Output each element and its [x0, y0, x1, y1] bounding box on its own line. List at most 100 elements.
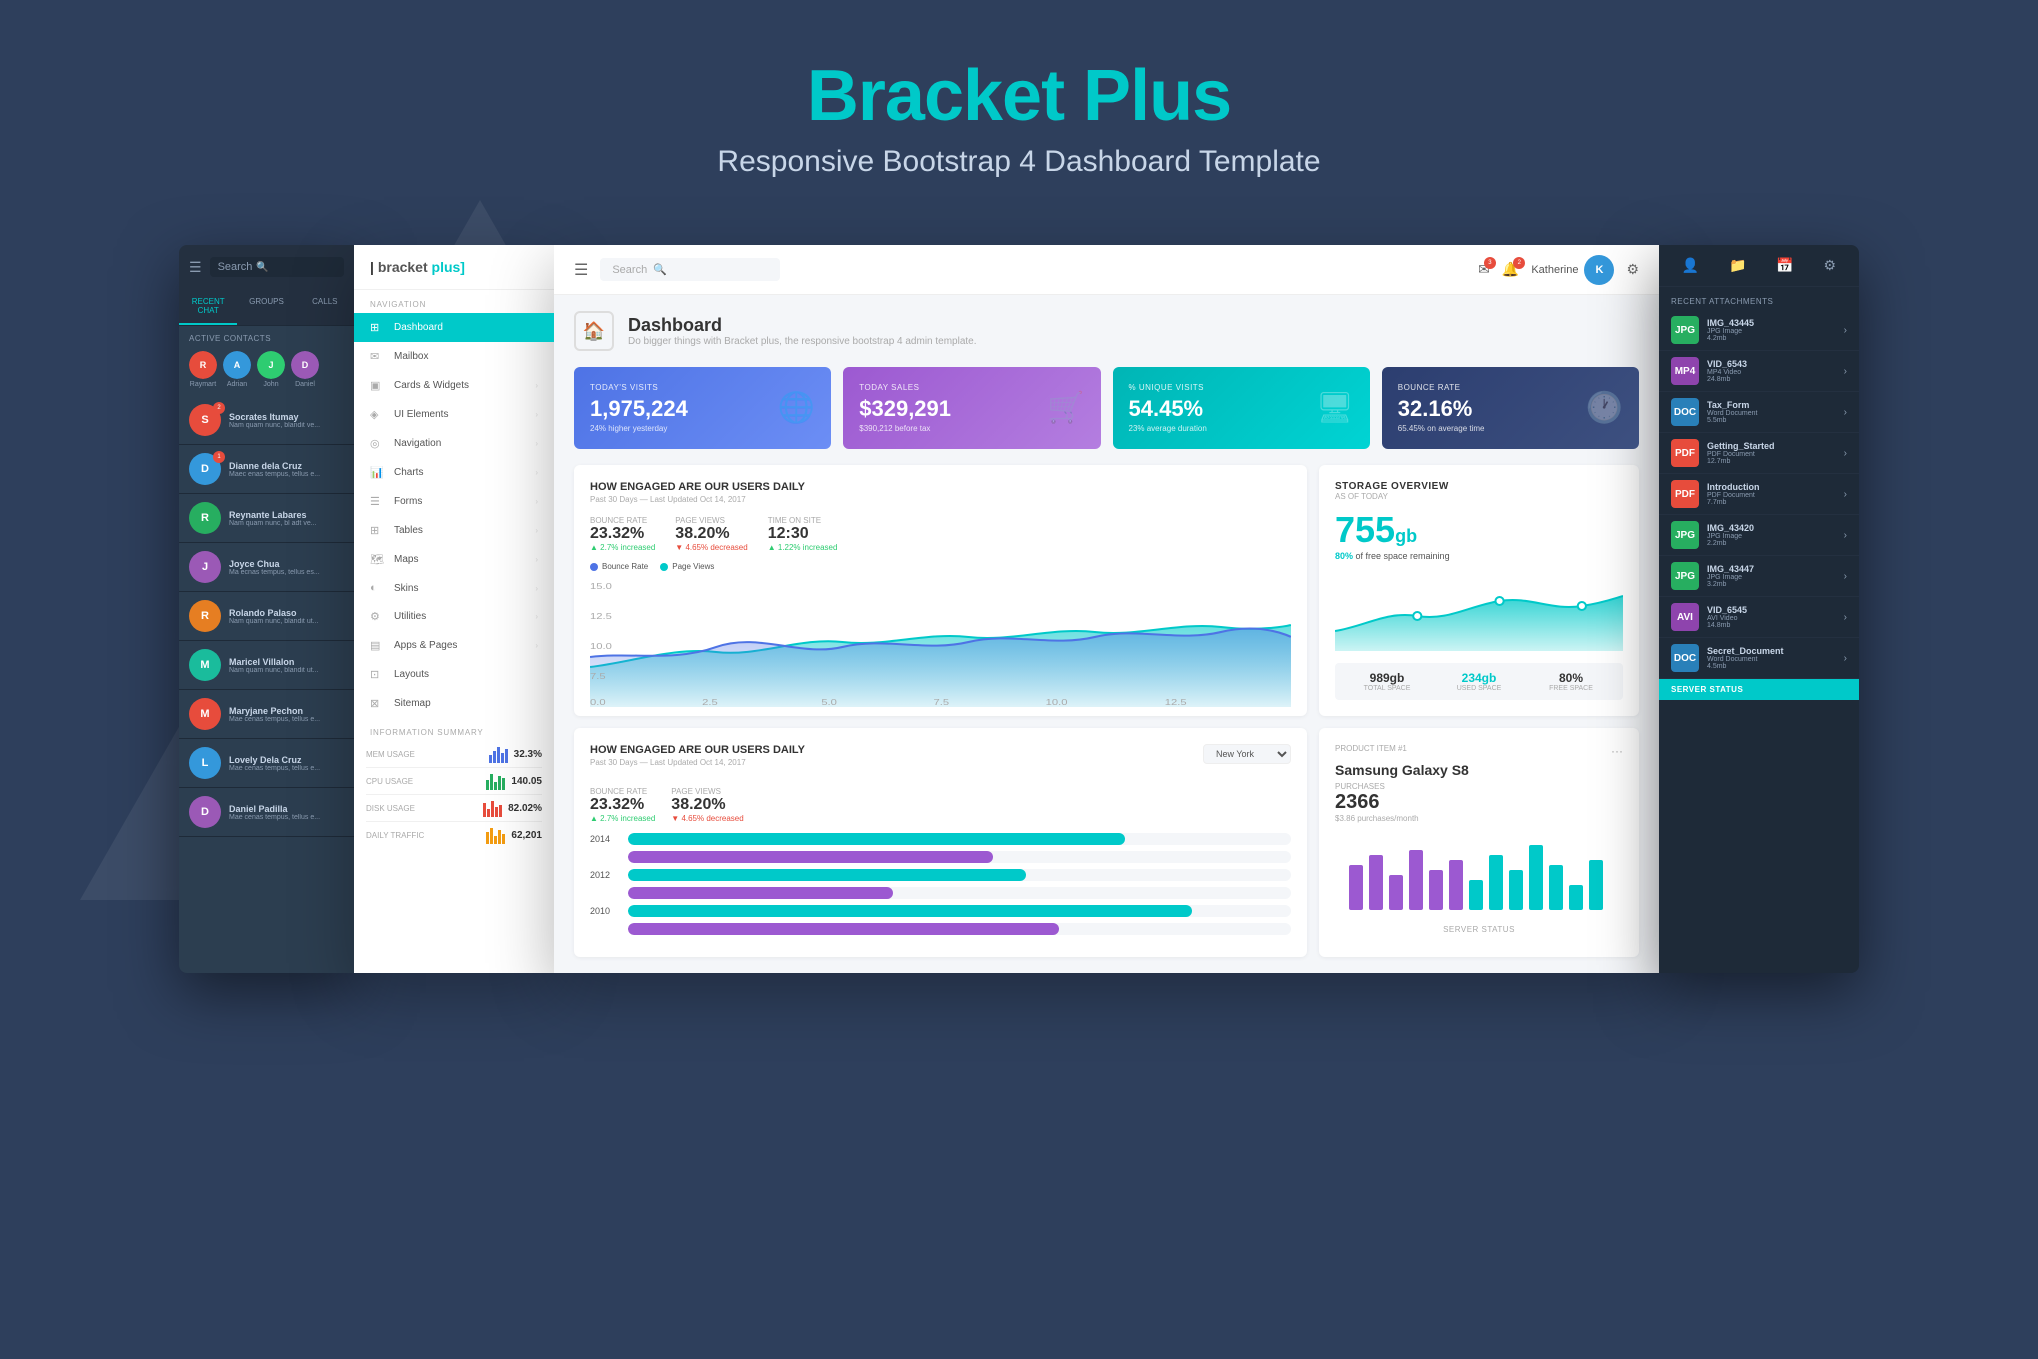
sidebar-item-navigation[interactable]: ◎ Navigation › — [354, 429, 554, 458]
sidebar-item-tables[interactable]: ⊞ Tables › — [354, 516, 554, 545]
sidebar-item-mailbox[interactable]: ✉ Mailbox — [354, 342, 554, 371]
chat-item[interactable]: S 2 Socrates Itumay Nam quam nunc, bland… — [179, 396, 354, 445]
sidebar-item-label: Sitemap — [394, 698, 431, 709]
city-dropdown[interactable]: New York Los Angeles Chicago — [1203, 744, 1291, 764]
sidebar-item-maps[interactable]: 🗺 Maps › — [354, 545, 554, 574]
storage-total: 989gb TOTAL SPACE — [1343, 671, 1431, 692]
nav-bell-button[interactable]: 🔔 2 — [1502, 261, 1519, 278]
hbar-row-2010-b — [590, 923, 1291, 935]
sidebar-item-skins[interactable]: ◐ Skins › — [354, 574, 554, 602]
title-area: Bracket Plus Responsive Bootstrap 4 Dash… — [0, 0, 2038, 209]
svg-text:7.5: 7.5 — [590, 672, 606, 681]
sidebar-item-sitemap[interactable]: ⊠ Sitemap — [354, 689, 554, 718]
sidebar-item-label: Mailbox — [394, 351, 428, 362]
skins-icon: ◐ — [370, 582, 384, 594]
storage-free: 80% FREE SPACE — [1527, 671, 1615, 692]
rp-user-icon[interactable]: 👤 — [1682, 257, 1699, 274]
product-header: PRODUCT ITEM #1 ··· — [1335, 744, 1623, 758]
attachment-item[interactable]: AVI VID_6545 AVI Video14.8mb › — [1659, 597, 1859, 638]
sidebar-item-dashboard[interactable]: ⊞ Dashboard — [354, 313, 554, 342]
sidebar-item-ui[interactable]: ◈ UI Elements › — [354, 400, 554, 429]
attachment-item[interactable]: JPG IMG_43447 JPG Image3.2mb › — [1659, 556, 1859, 597]
title-bracket: Bracket Plus — [807, 56, 1231, 136]
server-status-bar: SERVER STATUS — [1659, 679, 1859, 700]
product-card: PRODUCT ITEM #1 ··· Samsung Galaxy S8 PU… — [1319, 728, 1639, 957]
attachment-more-icon[interactable]: › — [1844, 612, 1847, 623]
sidebar-item-forms[interactable]: ☰ Forms › — [354, 487, 554, 516]
info-summary-label: INFORMATION SUMMARY — [354, 718, 554, 741]
sidebar-item-layouts[interactable]: ⊡ Layouts — [354, 660, 554, 689]
product-menu-button[interactable]: ··· — [1611, 744, 1623, 758]
sidebar-item-label: Layouts — [394, 669, 429, 680]
chat-item[interactable]: M Maryjane Pechon Mae cenas tempus, tell… — [179, 690, 354, 739]
engagement-metrics: BOUNCE RATE 23.32% ▲ 2.7% increased PAGE… — [590, 516, 1291, 552]
nav-icons: ✉ 3 🔔 2 Katherine K ⚙ — [1478, 255, 1639, 285]
chat-tab-calls[interactable]: CALLS — [296, 289, 354, 325]
attachment-item[interactable]: PDF Getting_Started PDF Document12.7mb › — [1659, 433, 1859, 474]
product-bar-chart — [1335, 835, 1623, 915]
attachment-item[interactable]: DOC Secret_Document Word Document4.5mb › — [1659, 638, 1859, 679]
attachment-more-icon[interactable]: › — [1844, 448, 1847, 459]
chat-item[interactable]: M Maricel Villalon Nam quam nunc, blandi… — [179, 641, 354, 690]
sidebar-item-cards[interactable]: ▣ Cards & Widgets › — [354, 371, 554, 400]
sidebar-item-apps[interactable]: ▤ Apps & Pages › — [354, 631, 554, 660]
nav-search-box[interactable]: Search 🔍 — [600, 258, 780, 281]
rp-folder-icon[interactable]: 📁 — [1729, 257, 1746, 274]
bottom-chart-sub: Past 30 Days — Last Updated Oct 14, 2017 — [590, 758, 805, 767]
chat-tab-groups[interactable]: GROUPS — [237, 289, 295, 325]
nav-mail-button[interactable]: ✉ 3 — [1478, 261, 1490, 278]
contact-raymart[interactable]: R Raymart — [189, 351, 217, 388]
chat-tab-recent[interactable]: RECENT CHAT — [179, 289, 237, 325]
attachment-item[interactable]: JPG IMG_43445 JPG Image4.2mb › — [1659, 310, 1859, 351]
engagement-sub: Past 30 Days — Last Updated Oct 14, 2017 — [590, 495, 1291, 504]
sidebar-item-label: UI Elements — [394, 409, 448, 420]
nav-user[interactable]: Katherine K — [1531, 255, 1614, 285]
attachment-more-icon[interactable]: › — [1844, 325, 1847, 336]
attachment-more-icon[interactable]: › — [1844, 407, 1847, 418]
chevron-right-icon: › — [535, 555, 538, 564]
forms-icon: ☰ — [370, 495, 384, 508]
chevron-right-icon: › — [535, 381, 538, 390]
chat-item[interactable]: R Rolando Palaso Nam quam nunc, blandit … — [179, 592, 354, 641]
attachment-more-icon[interactable]: › — [1844, 489, 1847, 500]
rp-settings-icon[interactable]: ⚙ — [1824, 257, 1837, 274]
maps-icon: 🗺 — [370, 553, 384, 566]
attachment-icon-jpg: JPG — [1671, 316, 1699, 344]
attachment-more-icon[interactable]: › — [1844, 653, 1847, 664]
chat-item[interactable]: L Lovely Dela Cruz Mae cenas tempus, tel… — [179, 739, 354, 788]
rp-calendar-icon[interactable]: 📅 — [1776, 257, 1793, 274]
nav-hamburger-icon[interactable]: ☰ — [574, 260, 588, 280]
attachment-item[interactable]: JPG IMG_43420 JPG Image2.2mb › — [1659, 515, 1859, 556]
attachment-more-icon[interactable]: › — [1844, 366, 1847, 377]
contact-daniel[interactable]: D Daniel — [291, 351, 319, 388]
attachments-section-label: RECENT ATTACHMENTS — [1659, 287, 1859, 310]
chevron-right-icon: › — [535, 526, 538, 535]
svg-text:12.5: 12.5 — [590, 612, 612, 621]
attachment-more-icon[interactable]: › — [1844, 571, 1847, 582]
hbar-row-2010: 2010 — [590, 905, 1291, 917]
attachment-icon-avi: AVI — [1671, 603, 1699, 631]
chat-item[interactable]: D 1 Dianne dela Cruz Maec enas tempus, t… — [179, 445, 354, 494]
contact-adrian[interactable]: A Adrian — [223, 351, 251, 388]
chat-item[interactable]: R Reynante Labares Nam quam nunc, bl adt… — [179, 494, 354, 543]
contact-john[interactable]: J John — [257, 351, 285, 388]
attachment-item[interactable]: PDF Introduction PDF Document7.7mb › — [1659, 474, 1859, 515]
hamburger-icon[interactable]: ☰ — [189, 259, 202, 276]
server-status-label: SERVER STATUS — [1335, 925, 1623, 934]
attachment-icon-doc2: DOC — [1671, 644, 1699, 672]
chat-search-box[interactable]: Search 🔍 — [210, 257, 344, 277]
attachment-item[interactable]: MP4 VID_6543 MP4 Video24.8mb › — [1659, 351, 1859, 392]
mailbox-icon: ✉ — [370, 350, 384, 363]
clock-icon: 🕐 — [1586, 391, 1623, 426]
sidebar-item-utilities[interactable]: ⚙ Utilities › — [354, 602, 554, 631]
attachment-more-icon[interactable]: › — [1844, 530, 1847, 541]
chat-item[interactable]: D Daniel Padilla Mae cenas tempus, tellu… — [179, 788, 354, 837]
attachment-item[interactable]: DOC Tax_Form Word Document5.5mb › — [1659, 392, 1859, 433]
sidebar-item-label: Charts — [394, 467, 423, 478]
chat-item[interactable]: J Joyce Chua Ma ecnas tempus, tellus es.… — [179, 543, 354, 592]
sidebar-item-charts[interactable]: 📊 Charts › — [354, 458, 554, 487]
nav-settings-button[interactable]: ⚙ — [1626, 261, 1639, 278]
charts-icon: 📊 — [370, 466, 384, 479]
area-chart: 0.0 2.5 5.0 7.5 10.0 12.5 15.0 12.5 10.0… — [590, 577, 1291, 697]
ui-icon: ◈ — [370, 408, 384, 421]
